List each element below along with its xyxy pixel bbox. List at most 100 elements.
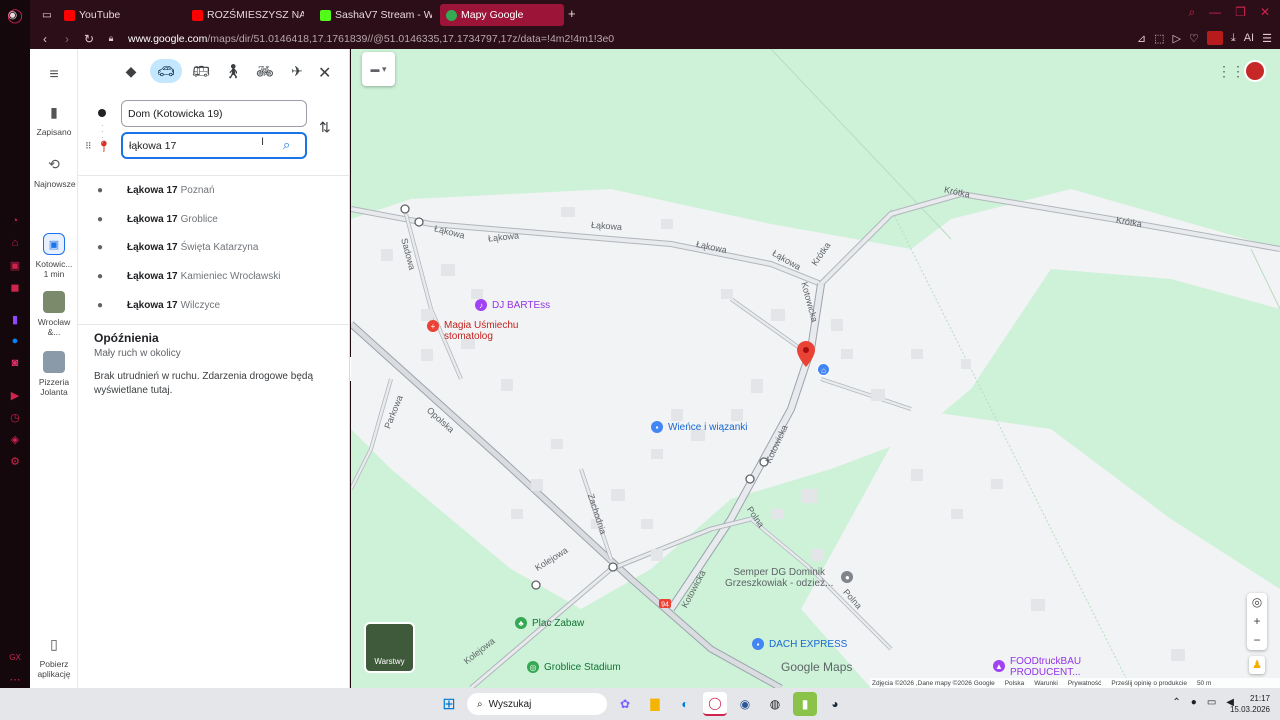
- history-icon[interactable]: ◷: [8, 410, 22, 424]
- lock-icon[interactable]: 🔒︎: [104, 33, 118, 44]
- snapshot-tool-icon[interactable]: ⬚: [1154, 32, 1164, 45]
- close-directions-icon[interactable]: ✕: [318, 63, 331, 83]
- url-field[interactable]: www.google.com/maps/dir/51.0146418,17.17…: [128, 33, 614, 45]
- app-icon[interactable]: ◉: [733, 692, 757, 716]
- download-icon[interactable]: ⤓: [1231, 32, 1236, 45]
- opera-gx-icon[interactable]: ◯: [703, 692, 727, 716]
- steam-icon[interactable]: ◕: [823, 692, 847, 716]
- bike-mode-icon[interactable]: 🚲︎: [252, 59, 278, 83]
- poi-groblice-stadium[interactable]: ◎ Groblice Stadium: [527, 661, 621, 673]
- transit-mode-icon[interactable]: 🚌︎: [188, 59, 214, 83]
- search-tabs-icon[interactable]: ⌕: [1188, 5, 1195, 20]
- network-icon[interactable]: ▭: [1207, 697, 1216, 708]
- search-label: Wyszukaj: [488, 698, 532, 710]
- instagram-icon[interactable]: ◙: [8, 356, 22, 370]
- windows-start-icon[interactable]: ⊞: [437, 692, 461, 716]
- poi-foodtruck[interactable]: ▲ FOODtruckBAU PRODUCENT...: [993, 656, 1081, 678]
- crypto-wallet-icon[interactable]: ⌂: [8, 236, 22, 250]
- menu-icon[interactable]: ☰: [1262, 32, 1272, 45]
- microphone-icon[interactable]: ●: [1191, 697, 1197, 708]
- download-app-button[interactable]: ▯ Pobierz aplikację: [30, 633, 78, 679]
- footer-country[interactable]: Polska: [1005, 680, 1025, 687]
- tab-kick[interactable]: SashaV7 Stream - Watch: [314, 4, 432, 26]
- menu-button[interactable]: ≡: [30, 64, 78, 90]
- zoom-out-button[interactable]: −: [1247, 631, 1267, 650]
- map-canvas[interactable]: 94 Krótka Krótka Łąkowa Łąkowa Łąkowa Łą…: [351, 49, 1280, 688]
- recent-button[interactable]: ⟲ Najnowsze: [30, 153, 78, 189]
- footer-terms[interactable]: Warunki: [1034, 680, 1058, 687]
- play-icon[interactable]: ▶: [8, 388, 22, 402]
- poi-label: Groblice Stadium: [544, 661, 621, 673]
- pin-icon[interactable]: ⊿: [1137, 32, 1146, 45]
- account-avatar[interactable]: [1244, 60, 1266, 82]
- tab-menu-icon[interactable]: ◉: [0, 4, 24, 26]
- layers-button[interactable]: Warstwy: [364, 622, 415, 673]
- footer-privacy[interactable]: Prywatność: [1068, 680, 1102, 687]
- tray-chevron-icon[interactable]: ⌃: [1172, 697, 1180, 708]
- suggestion-item[interactable]: ● Łąkowa 17 Święta Katarzyna: [78, 233, 350, 262]
- poi-wience[interactable]: ▪ Wieńce i wiązanki: [651, 421, 747, 433]
- close-window-icon[interactable]: ✕: [1260, 5, 1270, 20]
- forward-icon[interactable]: ›: [60, 32, 74, 46]
- street-view-pegman-icon[interactable]: ♟: [1249, 656, 1265, 674]
- poi-plac-zabaw[interactable]: ♣ Plac Zabaw: [515, 617, 584, 629]
- clock[interactable]: 21:17 15.03.2026: [1230, 693, 1270, 715]
- bookmark-heart-icon[interactable]: ♡: [1189, 32, 1199, 45]
- drag-handle-icon[interactable]: ⠿: [85, 141, 92, 152]
- poi-magia-usmiechu[interactable]: + Magia Uśmiechu stomatolog: [427, 320, 518, 342]
- new-tab-button[interactable]: +: [568, 7, 576, 20]
- zoom-in-button[interactable]: +: [1247, 612, 1267, 631]
- twitch-icon[interactable]: ▮: [8, 312, 22, 326]
- recent-item-wroclaw[interactable]: Wrocław &...: [30, 291, 78, 337]
- tab-youtube[interactable]: YouTube: [58, 4, 180, 26]
- copilot-icon[interactable]: ✿: [613, 692, 637, 716]
- flight-mode-icon[interactable]: ✈︎: [284, 59, 310, 83]
- swap-directions-icon[interactable]: ⇅: [319, 119, 331, 136]
- file-explorer-icon[interactable]: ▇: [643, 692, 667, 716]
- gx-icon[interactable]: GX: [8, 650, 22, 664]
- poi-semper[interactable]: ● Semper DG Dominik Grzeszkowiak - odzież.…: [725, 567, 854, 589]
- tab-pin-icon[interactable]: ▭: [36, 4, 56, 26]
- obs-icon[interactable]: ◍: [763, 692, 787, 716]
- home-marker-icon[interactable]: ⌂: [817, 363, 830, 376]
- poi-dj-barte[interactable]: ♪ DJ BARTEss: [475, 299, 550, 311]
- ai-button[interactable]: AI: [1244, 32, 1254, 44]
- destination-input[interactable]: [121, 132, 307, 159]
- more-icon[interactable]: ⋯: [8, 672, 22, 686]
- car-mode-icon[interactable]: 🚗︎: [150, 59, 182, 83]
- settings-icon[interactable]: ⚙: [8, 454, 22, 468]
- back-icon[interactable]: ‹: [38, 32, 52, 46]
- maximize-icon[interactable]: ❐: [1235, 5, 1246, 20]
- messenger-icon[interactable]: ●: [8, 334, 22, 348]
- workspace-icon[interactable]: ◼: [8, 280, 22, 294]
- profile-icon[interactable]: [1206, 31, 1223, 45]
- walk-mode-icon[interactable]: 🚶︎: [220, 59, 246, 83]
- taskbar-search[interactable]: ⌕ Wyszukaj: [467, 693, 607, 715]
- origin-input[interactable]: [121, 100, 307, 127]
- selected-place-pin-icon[interactable]: [797, 341, 815, 367]
- best-route-icon[interactable]: ◆: [118, 59, 144, 83]
- my-location-icon[interactable]: ◎: [1247, 593, 1267, 612]
- video-popout-icon[interactable]: ▷: [1173, 32, 1181, 45]
- recent-item-pizzeria[interactable]: Pizzeria Jolanta: [30, 351, 78, 397]
- reload-icon[interactable]: ↻: [82, 32, 96, 46]
- tab-google-maps[interactable]: Mapy Google: [440, 4, 564, 26]
- poi-dach-express[interactable]: ▪ DACH EXPRESS: [752, 638, 847, 650]
- suggestion-item[interactable]: ● Łąkowa 17 Poznań: [78, 176, 350, 205]
- saved-button[interactable]: ▮ Zapisano: [30, 101, 78, 137]
- recent-item-kotowicka[interactable]: ▣ Kotowic... 1 min: [30, 233, 78, 279]
- suggestion-item[interactable]: ● Łąkowa 17 Kamieniec Wrocławski: [78, 262, 350, 291]
- traffic-toggle-button[interactable]: ▬ ▾: [362, 52, 395, 86]
- app-bf-icon[interactable]: ▮: [793, 692, 817, 716]
- edge-icon[interactable]: ◐: [673, 692, 697, 716]
- player-icon[interactable]: ▣: [8, 258, 22, 272]
- minimize-icon[interactable]: —: [1209, 5, 1221, 20]
- search-icon[interactable]: ⌕: [283, 137, 290, 153]
- tab-rozsmieszysz[interactable]: ROZŚMIESZYSZ NAS = W: [186, 4, 304, 26]
- suggestion-item[interactable]: ● Łąkowa 17 Groblice: [78, 205, 350, 234]
- snapshot-icon[interactable]: ◈: [8, 432, 22, 446]
- footer-scale[interactable]: 50 m: [1197, 680, 1211, 687]
- aria-icon[interactable]: ◔: [8, 214, 22, 228]
- suggestion-item[interactable]: ● Łąkowa 17 Wilczyce: [78, 291, 350, 320]
- footer-feedback[interactable]: Prześlij opinię o produkcie: [1111, 680, 1187, 687]
